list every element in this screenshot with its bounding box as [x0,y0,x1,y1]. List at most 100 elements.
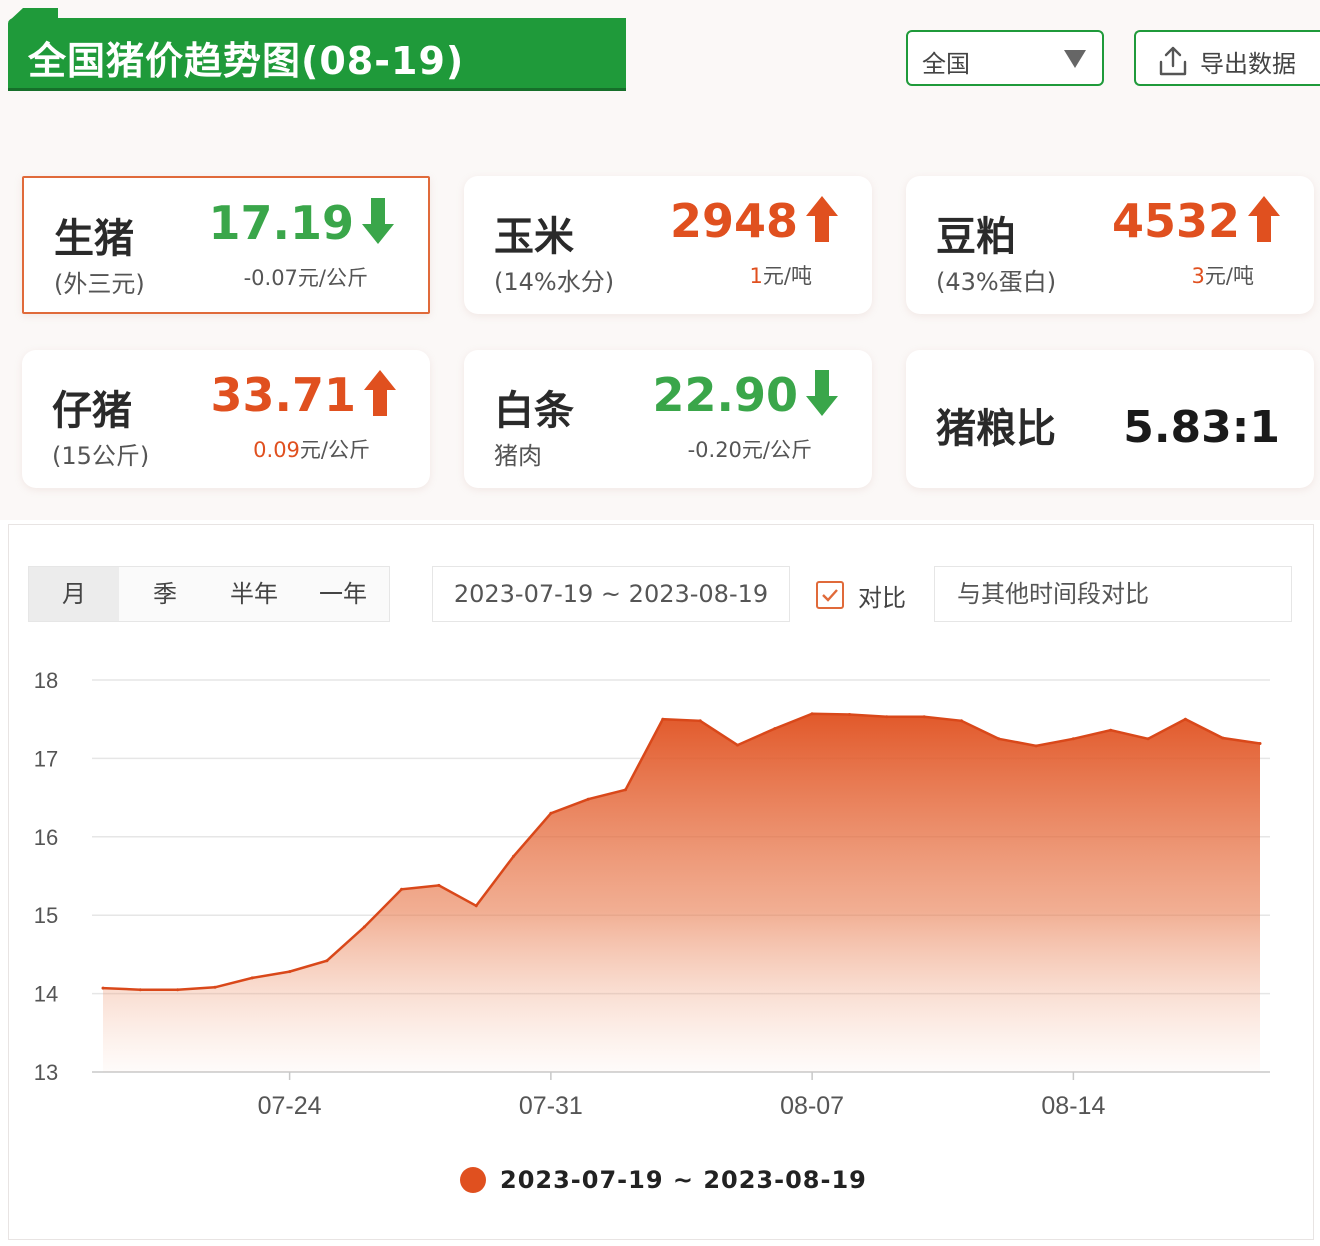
arrow-down-icon [806,370,838,416]
card-price: 4532 [1111,194,1240,248]
data-point[interactable] [773,727,777,731]
compare-period-input[interactable]: 与其他时间段对比 [934,566,1292,622]
period-option-quarter[interactable]: 季 [119,567,211,621]
card-name: 猪粮比 [936,406,1056,452]
data-point[interactable] [586,797,590,801]
data-point[interactable] [698,719,702,723]
data-point[interactable] [848,713,851,716]
data-point[interactable] [1034,744,1038,748]
x-tick-label: 08-14 [1041,1092,1105,1120]
data-point[interactable] [1183,717,1187,721]
y-tick-label: 17 [34,746,58,771]
date-range-picker[interactable]: 2023-07-19 ~ 2023-08-19 [432,566,790,622]
y-tick-label: 15 [34,903,58,928]
card-piglet[interactable]: 仔猪 (15公斤) 33.71 0.09元/公斤 [22,350,430,488]
card-unit: 元/公斤 [299,438,370,462]
data-point[interactable] [922,715,926,719]
export-data-label: 导出数据 [1200,50,1296,78]
period-option-year[interactable]: 一年 [297,567,389,621]
arrow-down-icon [362,198,394,244]
price-trend-chart: 13 14 15 16 17 18 07-24 07-31 08-07 08-14 [34,668,1270,1120]
x-axis: 07-24 07-31 08-07 08-14 [258,1072,1105,1120]
arrow-up-icon [364,370,396,416]
card-change: 3 [1191,264,1205,288]
card-subtitle: (外三元) [54,270,145,298]
data-point[interactable] [288,970,292,974]
checkmark-icon [822,589,838,602]
legend-swatch [460,1167,486,1193]
card-unit: 元/吨 [1204,264,1254,288]
arrow-up-icon [806,196,838,242]
series-area [103,713,1260,1072]
card-change: 1 [749,264,763,288]
data-point[interactable] [437,883,441,887]
data-point[interactable] [1146,737,1150,741]
chevron-down-icon [1064,50,1086,68]
compare-label: 对比 [858,584,906,612]
data-point[interactable] [1109,728,1113,732]
period-option-month[interactable]: 月 [29,567,119,621]
region-select-value: 全国 [922,50,970,78]
data-point[interactable] [997,737,1001,741]
card-subtitle: (15公斤) [52,442,150,470]
card-subtitle: 猪肉 [494,442,542,470]
data-point[interactable] [959,719,963,723]
card-soybean-meal[interactable]: 豆粕 (43%蛋白) 4532 3元/吨 [906,176,1314,314]
data-point[interactable] [1071,737,1075,741]
period-option-half-year[interactable]: 半年 [211,567,297,621]
card-change: 0.09 [253,438,300,462]
data-point[interactable] [1258,742,1262,745]
data-point[interactable] [549,811,553,815]
page-title: 全国猪价趋势图(08-19) [28,39,465,83]
data-point[interactable] [101,986,105,990]
card-name: 豆粕 [936,214,1016,260]
card-name: 玉米 [494,214,574,260]
y-tick-label: 13 [34,1060,58,1085]
data-point[interactable] [885,715,889,719]
card-unit: 元/公斤 [741,438,812,462]
card-unit: 元/吨 [762,264,812,288]
data-point[interactable] [1221,736,1225,740]
card-hog-grain-ratio[interactable]: 猪粮比 5.83:1 [906,350,1314,488]
data-point[interactable] [736,743,739,747]
card-pork-carcass[interactable]: 白条 猪肉 22.90 -0.20元/公斤 [464,350,872,488]
data-point[interactable] [661,717,665,721]
chart-legend[interactable]: 2023-07-19 ~ 2023-08-19 [460,1162,867,1198]
x-tick-label: 08-07 [780,1092,844,1120]
y-tick-label: 18 [34,668,58,693]
arrow-up-icon [1248,196,1280,242]
upload-icon [1159,46,1187,76]
region-select[interactable]: 全国 [906,30,1104,86]
card-price: 17.19 [208,196,354,250]
card-price: 33.71 [210,368,356,422]
y-axis: 13 14 15 16 17 18 [34,668,58,1085]
data-point[interactable] [474,904,478,908]
data-point[interactable] [138,988,142,992]
data-point[interactable] [512,854,515,858]
data-point[interactable] [176,988,180,992]
data-point[interactable] [250,976,254,980]
y-tick-label: 14 [34,982,58,1007]
card-corn[interactable]: 玉米 (14%水分) 2948 1元/吨 [464,176,872,314]
y-tick-label: 16 [34,825,58,850]
card-name: 白条 [494,388,574,434]
card-subtitle: (14%水分) [494,268,615,296]
data-point[interactable] [325,959,329,963]
data-point[interactable] [213,985,217,989]
data-point[interactable] [400,887,404,891]
data-point[interactable] [624,788,627,792]
series-layer [101,712,1262,1072]
data-point[interactable] [362,925,366,929]
card-change: -0.07 [243,266,298,290]
export-data-button[interactable]: 导出数据 [1134,30,1320,86]
card-price: 2948 [669,194,798,248]
compare-checkbox[interactable] [816,581,844,609]
card-name: 生猪 [54,216,134,262]
card-change: -0.20 [687,438,742,462]
ratio-value: 5.83:1 [1123,402,1280,453]
card-live-hog[interactable]: 生猪 (外三元) 17.19 -0.07元/公斤 [22,176,430,314]
title-banner: 全国猪价趋势图(08-19) [8,18,626,88]
x-tick-label: 07-31 [519,1092,583,1120]
period-selector: 月 季 半年 一年 [28,566,390,622]
data-point[interactable] [810,712,814,716]
